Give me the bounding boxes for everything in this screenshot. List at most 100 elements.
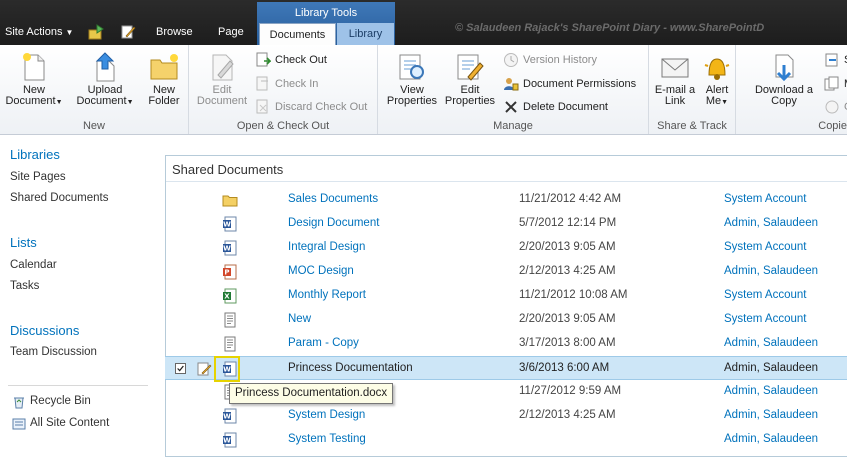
modified-by-link[interactable]: Admin, Salaudeen (724, 385, 818, 397)
edit-item-icon[interactable] (196, 361, 212, 377)
table-row[interactable]: Sales Documents 11/21/2012 4:42 AM System … (165, 188, 847, 212)
modified-by-link[interactable]: Admin, Salaudeen (724, 265, 818, 277)
svg-text:W: W (223, 437, 231, 445)
modified-by-link[interactable]: Admin, Salaudeen (724, 362, 818, 374)
table-row[interactable]: W Integral Design 2/20/2013 9:05 AM System … (165, 236, 847, 260)
tab-browse[interactable]: Browse (156, 26, 193, 38)
text-file-icon[interactable] (222, 336, 238, 352)
nav-item-site-pages[interactable]: Site Pages (10, 171, 66, 183)
table-row[interactable]: X Monthly Report 11/21/2012 10:08 AM System… (165, 284, 847, 308)
row-checkbox[interactable] (175, 363, 186, 374)
tab-library[interactable]: Library (337, 23, 394, 45)
upload-icon (95, 52, 115, 82)
word-icon[interactable]: W (222, 432, 238, 448)
modified-date: 2/20/2013 9:05 AM (519, 241, 616, 253)
ribbon-group-copies-label: Copie (818, 120, 847, 132)
ribbon-group-manage-label: Manage (493, 120, 533, 132)
document-name-link[interactable]: Param - Copy (288, 337, 359, 349)
document-name-link[interactable]: System Testing (288, 433, 366, 445)
new-folder-button[interactable]: New Folder (142, 51, 186, 107)
table-row[interactable]: W Princess Documentation 3/6/2013 6:00 AM A… (165, 356, 847, 380)
modified-by-link[interactable]: Admin, Salaudeen (724, 217, 818, 229)
new-document-button[interactable]: New Document▼ (4, 51, 64, 108)
word-icon[interactable]: W (222, 408, 238, 424)
tab-page[interactable]: Page (218, 26, 244, 38)
version-history-label: Version History (523, 54, 597, 66)
new-document-icon (23, 53, 45, 81)
upload-document-button[interactable]: Upload Document▼ (72, 51, 138, 108)
ribbon-group-open-checkout-label: Open & Check Out (236, 120, 330, 132)
alert-me-label-2: Me (705, 95, 722, 107)
table-row[interactable]: W System Testing Admin, Salaudeen (165, 428, 847, 452)
modified-by-link[interactable]: System Account (724, 241, 806, 253)
webpart-title-divider (166, 181, 847, 182)
site-actions-menu[interactable]: Site Actions ▼ (5, 26, 73, 38)
word-icon[interactable]: W (222, 240, 238, 256)
table-row[interactable]: P MOC Design 2/12/2013 4:25 AM Admin, Salau… (165, 260, 847, 284)
download-copy-button[interactable]: Download a Copy (746, 51, 822, 107)
edit-document-button[interactable]: Edit Document (193, 51, 251, 107)
email-link-button[interactable]: E-mail a Link (651, 51, 699, 107)
modified-by-link[interactable]: System Account (724, 313, 806, 325)
ribbon-group-new: New Document▼ Upload Document▼ New Folde… (0, 45, 189, 134)
all-site-content-label: All Site Content (30, 417, 110, 429)
modified-by-link[interactable]: System Account (724, 193, 806, 205)
table-row[interactable]: New 2/20/2013 9:05 AM System Account (165, 308, 847, 332)
document-name-link[interactable]: Princess Documentation (288, 362, 413, 374)
edit-properties-button[interactable]: Edit Properties (442, 51, 498, 107)
watermark-text: © Salaudeen Rajack's SharePoint Diary - … (455, 22, 765, 34)
ribbon-group-copies: Download a Copy S M G Copie (736, 45, 847, 134)
table-row[interactable]: Param - Copy 3/17/2013 8:00 AM Admin, Sala… (165, 332, 847, 356)
tab-documents[interactable]: Documents (259, 23, 336, 45)
document-name-link[interactable]: System Design (288, 409, 365, 421)
site-content-icon (12, 418, 26, 430)
modified-by-link[interactable]: System Account (724, 289, 806, 301)
nav-item-shared-documents[interactable]: Shared Documents (10, 192, 108, 204)
chevron-down-icon: ▼ (721, 99, 729, 106)
recycle-bin-icon (14, 397, 24, 409)
modified-by-link[interactable]: Admin, Salaudeen (724, 409, 818, 421)
edit-document-label-2: Document (196, 95, 248, 107)
nav-heading-libraries[interactable]: Libraries (10, 147, 60, 162)
nav-item-calendar[interactable]: Calendar (10, 259, 57, 271)
document-name-link[interactable]: Sales Documents (288, 193, 378, 205)
modified-date: 11/21/2012 4:42 AM (519, 193, 622, 205)
nav-heading-discussions[interactable]: Discussions (10, 323, 79, 338)
navigate-up-icon[interactable] (88, 24, 104, 40)
alert-me-button[interactable]: Alert Me▼ (699, 51, 735, 108)
svg-text:W: W (223, 221, 231, 229)
text-file-icon[interactable] (222, 312, 238, 328)
table-row[interactable]: W System Design 2/12/2013 4:25 AM Admin, Sa… (165, 404, 847, 428)
document-name-link[interactable]: Design Document (288, 217, 379, 229)
view-properties-label-2: Properties (386, 95, 438, 107)
nav-heading-lists[interactable]: Lists (10, 235, 37, 250)
table-row[interactable]: W Design Document 5/7/2012 12:14 PM Admin, … (165, 212, 847, 236)
nav-item-team-discussion[interactable]: Team Discussion (10, 346, 97, 358)
view-properties-button[interactable]: View Properties (384, 51, 440, 107)
webpart-title[interactable]: Shared Documents (172, 162, 283, 177)
filename-tooltip: Princess Documentation.docx (229, 383, 394, 404)
modified-date: 5/7/2012 12:14 PM (519, 217, 617, 229)
chevron-down-icon: ▼ (55, 99, 63, 106)
edit-page-icon[interactable] (120, 24, 136, 40)
modified-date: 2/12/2013 4:25 AM (519, 265, 616, 277)
word-icon[interactable]: W (222, 216, 238, 232)
discard-check-out-icon (256, 99, 268, 114)
nav-item-tasks[interactable]: Tasks (10, 280, 39, 292)
chevron-down-icon: ▼ (126, 99, 134, 106)
excel-icon[interactable]: X (222, 288, 238, 304)
modified-by-link[interactable]: Admin, Salaudeen (724, 433, 818, 445)
document-name-link[interactable]: Integral Design (288, 241, 365, 253)
ribbon-group-share-track: E-mail a Link Alert Me▼ Share & Track (649, 45, 736, 134)
chevron-down-icon: ▼ (65, 28, 74, 37)
document-name-link[interactable]: MOC Design (288, 265, 354, 277)
document-name-link[interactable]: Monthly Report (288, 289, 366, 301)
powerpoint-icon[interactable]: P (222, 264, 238, 280)
document-name-link[interactable]: New (288, 313, 311, 325)
folder-icon[interactable] (222, 192, 238, 208)
ribbon-group-share-track-label: Share & Track (657, 120, 727, 132)
check-out-label: Check Out (275, 54, 327, 66)
modified-by-link[interactable]: Admin, Salaudeen (724, 337, 818, 349)
edit-document-icon (212, 54, 234, 81)
svg-text:P: P (224, 269, 229, 277)
